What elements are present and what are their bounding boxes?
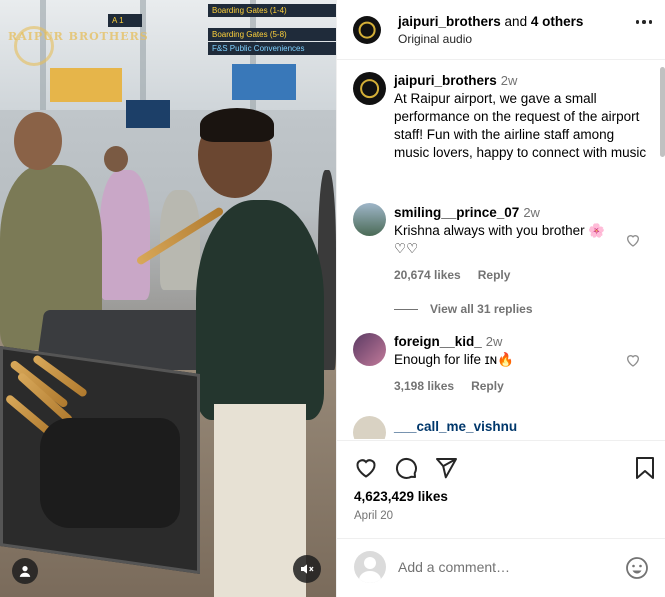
view-replies-text[interactable]: View all 31 replies — [430, 302, 533, 316]
more-options-button[interactable] — [635, 20, 652, 24]
gate-sign-2: Boarding Gates (5-8) — [208, 28, 336, 41]
heart-icon[interactable] — [354, 456, 378, 480]
header-usernames: jaipuri_brothers and 4 others — [398, 14, 583, 29]
caption-time[interactable]: 2w — [501, 73, 518, 88]
bookmark-icon[interactable] — [634, 456, 656, 480]
comment-text: Krishna always with you brother 🌸 ♡♡ — [394, 223, 606, 256]
comment-username[interactable]: foreign__kid_ — [394, 334, 482, 349]
speaker-muted-icon — [301, 564, 314, 574]
replies-divider — [394, 308, 418, 310]
gate-sign-1: Boarding Gates (1-4) — [208, 4, 336, 17]
send-icon[interactable] — [434, 456, 458, 480]
comment-username[interactable]: ___call_me_vishnu — [394, 419, 517, 434]
conveniences-sign: F&S Public Conveniences — [208, 42, 336, 55]
and-text: and — [504, 14, 528, 29]
info-board — [232, 64, 296, 100]
comment-time[interactable]: 2w — [523, 205, 540, 220]
info-board — [126, 100, 170, 128]
performer-hair — [200, 108, 274, 142]
comment-time[interactable]: 2w — [486, 334, 503, 349]
comment-text: Enough for life ɪɴ🔥 — [394, 352, 514, 367]
comments-scrollbar[interactable] — [659, 61, 665, 439]
performer — [196, 200, 324, 420]
collaborators-link[interactable]: 4 others — [531, 14, 584, 29]
audio-link[interactable]: Original audio — [398, 32, 472, 46]
comment-likes[interactable]: 3,198 likes — [394, 379, 454, 393]
add-comment-bar — [337, 538, 665, 597]
user-icon — [19, 566, 31, 577]
commenter-avatar[interactable] — [353, 203, 386, 236]
caption-text: At Raipur airport, we gave a small perfo… — [394, 91, 647, 160]
comments-list[interactable]: jaipuri_brothers 2w At Raipur airport, we… — [337, 61, 658, 439]
comment-likes[interactable]: 20,674 likes — [394, 268, 461, 282]
flute-bag — [40, 418, 180, 528]
view-replies[interactable]: View all 31 replies — [394, 302, 533, 316]
comment-meta: 3,198 likes Reply — [394, 379, 504, 393]
comment-input[interactable] — [398, 556, 608, 578]
comment-icon[interactable] — [394, 456, 418, 480]
caption-username[interactable]: jaipuri_brothers — [394, 73, 497, 88]
post-date[interactable]: April 20 — [354, 510, 393, 522]
commenter-avatar[interactable] — [353, 416, 386, 439]
tagged-user-button[interactable] — [12, 558, 38, 584]
comment-header: smiling__prince_07 2w — [394, 205, 540, 220]
author-avatar[interactable] — [353, 16, 381, 44]
post-header: jaipuri_brothers and 4 others Original a… — [337, 0, 665, 60]
officer-head — [14, 112, 62, 170]
mute-button[interactable] — [293, 555, 321, 583]
like-comment-heart-icon[interactable] — [625, 352, 641, 368]
commenter-avatar[interactable] — [353, 333, 386, 366]
watermark-logo: RAIPUR BROTHERS — [8, 30, 149, 43]
reply-button[interactable]: Reply — [471, 379, 504, 393]
like-comment-heart-icon[interactable] — [625, 232, 641, 248]
bystander-head — [104, 146, 128, 172]
emoji-icon[interactable] — [625, 556, 649, 580]
reply-button[interactable]: Reply — [478, 268, 511, 282]
author-username[interactable]: jaipuri_brothers — [398, 14, 501, 29]
current-user-avatar — [354, 551, 386, 583]
comment-header: foreign__kid_ 2w — [394, 334, 502, 349]
caption-avatar[interactable] — [353, 72, 386, 105]
comment-meta: 20,674 likes Reply — [394, 268, 510, 282]
post-details-panel: jaipuri_brothers and 4 others Original a… — [336, 0, 665, 597]
post-actions: 4,623,429 likes April 20 — [337, 440, 665, 540]
gate-sign-small: A 1 — [108, 14, 142, 27]
comment-username[interactable]: smiling__prince_07 — [394, 205, 519, 220]
more-dot — [648, 20, 652, 24]
comment-header: ___call_me_vishnu — [394, 419, 517, 434]
bystander — [100, 170, 150, 300]
scrollbar-thumb[interactable] — [660, 67, 665, 157]
advert-board — [50, 68, 122, 102]
post-video[interactable]: A 1 Boarding Gates (1-4) Boarding Gates … — [0, 0, 336, 597]
caption-header: jaipuri_brothers 2w — [394, 73, 517, 88]
more-dot — [642, 20, 646, 24]
post-likes[interactable]: 4,623,429 likes — [354, 489, 448, 504]
more-dots-icon — [635, 20, 639, 24]
post-viewer: A 1 Boarding Gates (1-4) Boarding Gates … — [0, 0, 665, 597]
